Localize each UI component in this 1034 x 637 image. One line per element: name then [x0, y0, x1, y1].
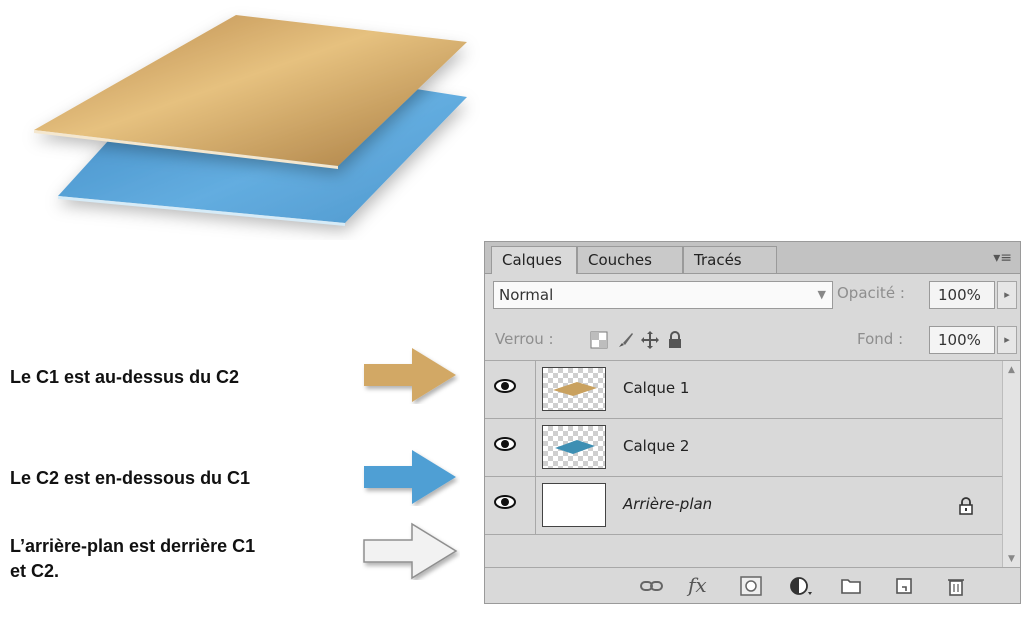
lock-pixels-brush-icon[interactable]: [615, 330, 635, 350]
fill-slider-toggle[interactable]: ▸: [997, 326, 1017, 354]
blend-mode-value: Normal: [499, 286, 554, 304]
new-layer-icon[interactable]: [891, 574, 917, 598]
opacity-label: Opacité :: [837, 284, 905, 302]
caption-background-line2: et C2.: [10, 561, 60, 581]
gray-arrow-icon: [363, 522, 458, 580]
lock-row: Verrou : Fond : 100% ▸: [485, 322, 1020, 361]
link-icon[interactable]: [639, 574, 665, 598]
eye-icon: [494, 437, 516, 451]
gold-arrow-icon: [364, 348, 456, 402]
opacity-slider-toggle[interactable]: ▸: [997, 281, 1017, 309]
blend-row: Normal ▼ Opacité : 100% ▸: [485, 277, 1020, 315]
scroll-up-icon[interactable]: ▲: [1003, 361, 1020, 379]
fx-icon[interactable]: fx: [688, 574, 714, 598]
visibility-toggle[interactable]: [485, 477, 536, 534]
folder-icon[interactable]: [838, 574, 864, 598]
blend-mode-select[interactable]: Normal ▼: [493, 281, 833, 309]
lock-all-icon[interactable]: [665, 330, 685, 350]
panel-footer: fx: [485, 567, 1020, 603]
tab-couches[interactable]: Couches: [577, 246, 683, 273]
scroll-down-icon[interactable]: ▼: [1003, 550, 1020, 568]
chevron-down-icon: ▼: [817, 288, 826, 301]
adjustment-icon[interactable]: [788, 574, 814, 598]
stacked-layers-illustration: [34, 15, 467, 226]
tab-traces[interactable]: Tracés: [683, 246, 777, 273]
layer-row-calque-2[interactable]: Calque 2: [485, 419, 1002, 477]
caption-c2: Le C2 est en-dessous du C1: [10, 468, 251, 488]
caption-c1: Le C1 est au-dessus du C2: [10, 367, 240, 387]
visibility-toggle[interactable]: [485, 361, 536, 418]
trash-icon[interactable]: [943, 574, 969, 598]
lock-icon: [959, 497, 973, 515]
blue-arrow-icon: [364, 450, 456, 504]
panel-menu-icon[interactable]: ▾≡: [993, 250, 1012, 266]
lock-transparency-icon[interactable]: [589, 330, 609, 350]
eye-icon: [494, 495, 516, 509]
layer-row-background[interactable]: Arrière-plan: [485, 477, 1002, 535]
eye-icon: [494, 379, 516, 393]
layer-thumbnail: [542, 367, 606, 411]
layer-name[interactable]: Arrière-plan: [623, 495, 712, 513]
tab-calques[interactable]: Calques: [491, 246, 577, 274]
layer-name[interactable]: Calque 1: [623, 379, 689, 397]
panel-tab-bar: Calques Couches Tracés ▾≡: [485, 242, 1020, 274]
layer-thumbnail: [542, 483, 606, 527]
layers-scrollbar[interactable]: ▲ ▼: [1002, 361, 1020, 568]
layer-thumbnail: [542, 425, 606, 469]
mask-icon[interactable]: [738, 574, 764, 598]
fill-field[interactable]: 100%: [929, 326, 995, 354]
fill-label: Fond :: [857, 330, 904, 348]
lock-position-move-icon[interactable]: [640, 330, 660, 350]
layer-row-calque-1[interactable]: Calque 1: [485, 361, 1002, 419]
layers-panel: Calques Couches Tracés ▾≡ Normal ▼ Opaci…: [484, 241, 1021, 604]
lock-label: Verrou :: [495, 330, 554, 348]
layers-list: Calque 1 Calque 2 Arrière-plan: [485, 361, 1002, 568]
opacity-field[interactable]: 100%: [929, 281, 995, 309]
caption-background-line1: L’arrière-plan est derrière C1: [10, 536, 256, 556]
layer-name[interactable]: Calque 2: [623, 437, 689, 455]
visibility-toggle[interactable]: [485, 419, 536, 476]
